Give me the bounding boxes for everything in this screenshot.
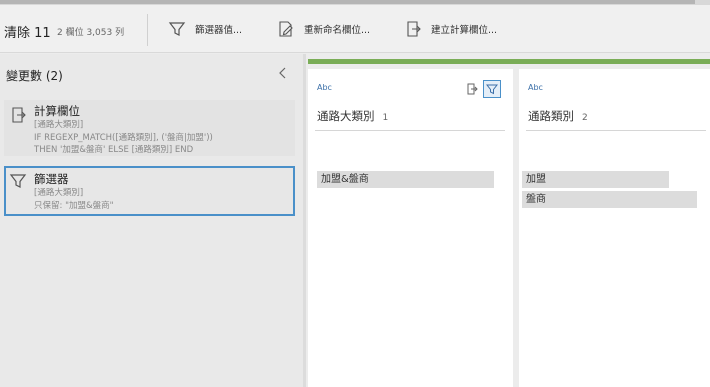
changes-header: 變更數 (2) — [6, 69, 63, 83]
value-bar[interactable]: 盤商 — [522, 191, 697, 208]
create-calc-field-button[interactable]: 建立計算欄位... — [404, 17, 497, 41]
filter-values-label: 篩選器值... — [195, 25, 243, 36]
rename-icon — [279, 21, 293, 37]
rename-field-label: 重新命名欄位... — [304, 25, 371, 36]
header-divider — [315, 130, 505, 131]
card-header-icons — [463, 80, 503, 98]
profile-card-channel[interactable]: Abc 通路類別 2 加盟 盤商 — [519, 69, 710, 387]
changes-panel: 變更數 (2) 計算欄位 [通路大類別] IF REGEXP_MATCH([通路… — [0, 54, 303, 387]
change-detail-line: 只保留: "加盟&盤商" — [34, 200, 114, 211]
column-number: 1 — [382, 113, 389, 123]
value-bar[interactable]: 加盟 — [522, 171, 669, 188]
create-calc-field-label: 建立計算欄位... — [431, 25, 498, 36]
change-item-filter[interactable]: 篩選器 [通路大類別] 只保留: "加盟&盤商" — [4, 166, 295, 216]
value-bar[interactable]: 加盟&盤商 — [317, 171, 494, 188]
calculated-field-icon — [12, 107, 26, 123]
step-summary: 2 欄位 3,053 列 — [57, 28, 125, 38]
toolbar: 清除 11 2 欄位 3,053 列 篩選器值... 重新命名欄位... 建立計… — [0, 5, 710, 53]
column-name: 通路大類別 — [317, 109, 375, 123]
chevron-left-icon[interactable] — [276, 66, 290, 80]
filter-icon — [9, 174, 27, 188]
column-name: 通路類別 — [528, 109, 574, 123]
change-detail-line: IF REGEXP_MATCH([通路類別], ('盤商|加盟')) — [34, 132, 213, 143]
step-title: 清除 11 — [4, 26, 51, 41]
step-color-bar — [308, 59, 710, 64]
header-divider — [526, 130, 706, 131]
calculated-field-icon[interactable] — [463, 80, 481, 98]
profile-card-channel-group[interactable]: Abc 通路大類別 1 加盟&盤商 — [308, 69, 513, 387]
change-item-calculated-field[interactable]: 計算欄位 [通路大類別] IF REGEXP_MATCH([通路類別], ('盤… — [4, 100, 295, 156]
column-number: 2 — [582, 113, 588, 123]
calculated-field-icon — [407, 21, 421, 37]
rename-field-button[interactable]: 重新命名欄位... — [277, 17, 370, 41]
profile-pane: Abc 通路大類別 1 加盟&盤商 Abc 通路類別 2 加盟 盤商 — [306, 54, 710, 387]
filter-icon — [168, 22, 186, 36]
string-type-icon: Abc — [317, 83, 332, 92]
toolbar-divider — [147, 14, 148, 46]
column-header: 通路類別 2 — [528, 108, 588, 124]
change-detail-line: THEN '加盟&盤商' ELSE [通路類別] END — [34, 145, 194, 155]
change-title: 計算欄位 — [34, 104, 80, 118]
filter-values-button[interactable]: 篩選器值... — [168, 17, 242, 41]
column-header: 通路大類別 1 — [317, 108, 388, 124]
change-detail-line: [通路大類別] — [34, 188, 84, 198]
filter-icon[interactable] — [483, 80, 501, 98]
change-detail-line: [通路大類別] — [34, 120, 84, 130]
string-type-icon: Abc — [528, 83, 543, 92]
change-title: 篩選器 — [34, 172, 69, 186]
